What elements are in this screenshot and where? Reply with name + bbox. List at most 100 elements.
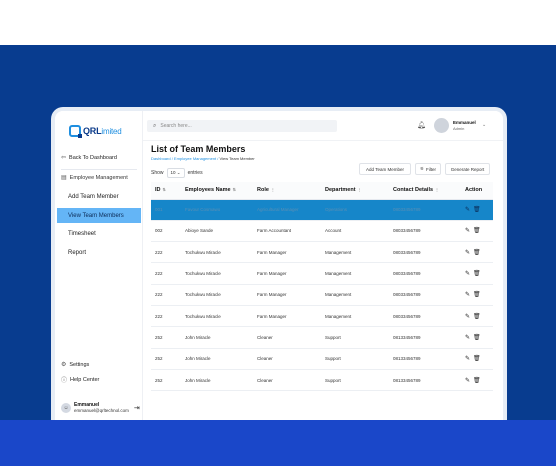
breadcrumb-current: View Team Member bbox=[219, 156, 255, 161]
trash-icon[interactable]: 🗑︎ bbox=[473, 313, 481, 320]
table-row[interactable]: 222 Tochukwu Miracle Farm Manager Managemen… bbox=[151, 262, 493, 285]
employee-management-section[interactable]: ▤ Employee Management bbox=[61, 174, 128, 182]
column-header-name[interactable]: Employees Name ⇅ bbox=[181, 182, 253, 200]
sidebar-item-label: Add Team Member bbox=[68, 193, 119, 200]
edit-icon[interactable]: ✎ bbox=[465, 206, 470, 213]
trash-icon[interactable]: 🗑︎ bbox=[473, 249, 481, 256]
sort-icon[interactable]: ⋮ bbox=[271, 187, 275, 192]
filter-button[interactable]: ⚟ Filter bbox=[415, 163, 441, 175]
cell-id: 252 bbox=[151, 348, 181, 370]
cell-department: Management bbox=[321, 262, 389, 285]
column-header-department[interactable]: Department ⋮ bbox=[321, 182, 389, 200]
back-to-dashboard-link[interactable]: ⇦ Back To Dashboard bbox=[61, 154, 117, 162]
logout-icon[interactable]: ⇥ bbox=[134, 404, 140, 412]
table-row[interactable]: 001 Favour Cosmawo Agricultural Manager Ope… bbox=[151, 199, 493, 221]
breadcrumb: Dashboard / Employee Management / View T… bbox=[151, 156, 255, 161]
cell-name: John Miracle bbox=[181, 348, 253, 370]
table-row[interactable]: 252 John Miracle Cleaner Support 08133456789… bbox=[151, 348, 493, 370]
edit-icon[interactable]: ✎ bbox=[465, 313, 470, 320]
entries-label: entries bbox=[187, 170, 203, 176]
column-header-role[interactable]: Role ⋮ bbox=[253, 182, 321, 200]
table-row[interactable]: 252 John Miracle Cleaner Support 08133456789… bbox=[151, 369, 493, 392]
cell-role: Farm Manager bbox=[253, 305, 321, 328]
cell-id: 222 bbox=[151, 262, 181, 285]
sort-icon[interactable]: ⇅ bbox=[233, 187, 236, 192]
cell-actions: ✎ 🗑︎ bbox=[461, 262, 493, 285]
sort-icon[interactable]: ⇅ bbox=[163, 187, 166, 192]
trash-icon[interactable]: 🗑︎ bbox=[473, 355, 481, 362]
trash-icon[interactable]: 🗑︎ bbox=[473, 206, 481, 213]
entries-select-value: 10 bbox=[170, 170, 176, 175]
cell-department: Management bbox=[321, 305, 389, 328]
sort-icon[interactable]: ⋮ bbox=[435, 187, 439, 192]
add-team-member-button[interactable]: Add Team Member bbox=[359, 163, 411, 175]
column-header-contact[interactable]: Contact Details ⋮ bbox=[389, 182, 461, 200]
trash-icon[interactable]: 🗑︎ bbox=[473, 334, 481, 341]
table-row[interactable]: 002 Abioye Sande Farm Accountant Account 080… bbox=[151, 220, 493, 243]
cell-name: Tochukwu Miracle bbox=[181, 262, 253, 285]
edit-icon[interactable]: ✎ bbox=[465, 270, 470, 277]
generate-report-button[interactable]: Generate Report bbox=[445, 163, 490, 175]
cell-name: Abioye Sande bbox=[181, 220, 253, 243]
chevron-down-icon[interactable]: ⌄ bbox=[482, 122, 486, 128]
table-row[interactable]: 222 Tochukwu Miracle Farm Manager Managemen… bbox=[151, 284, 493, 306]
cell-id: 002 bbox=[151, 220, 181, 243]
main-content: List of Team Members Dashboard / Employe… bbox=[147, 141, 503, 420]
user-email: emmanuel@qrltechnol.com bbox=[74, 408, 129, 414]
cell-name: Favour Cosmawo bbox=[181, 199, 253, 221]
team-members-table: ID ⇅ Employees Name ⇅ Role ⋮ Department ⋮ Co… bbox=[151, 182, 493, 392]
sidebar-item-label: View Team Members bbox=[68, 212, 124, 219]
cell-contact: 08033456789 bbox=[389, 305, 461, 328]
cell-role: Farm Manager bbox=[253, 241, 321, 264]
trash-icon[interactable]: 🗑︎ bbox=[473, 227, 481, 234]
edit-icon[interactable]: ✎ bbox=[465, 249, 470, 256]
cell-name: John Miracle bbox=[181, 326, 253, 349]
cell-department: Management bbox=[321, 284, 389, 306]
edit-icon[interactable]: ✎ bbox=[465, 291, 470, 298]
settings-link[interactable]: ⚙ Settings bbox=[61, 361, 89, 369]
breadcrumb-item[interactable]: Dashboard bbox=[151, 156, 171, 161]
help-icon: ⓘ bbox=[61, 378, 68, 384]
breadcrumb-item[interactable]: Employee Management bbox=[174, 156, 216, 161]
logo: QRLimited bbox=[69, 125, 122, 138]
cell-role: Farm Manager bbox=[253, 284, 321, 306]
sidebar-item-timesheet[interactable]: Timesheet bbox=[57, 226, 141, 241]
sidebar-item-report[interactable]: Report bbox=[57, 245, 141, 260]
cell-department: Account bbox=[321, 220, 389, 243]
bell-icon[interactable]: 🔔︎ bbox=[417, 121, 426, 129]
trash-icon[interactable]: 🗑︎ bbox=[473, 291, 481, 298]
avatar[interactable] bbox=[434, 118, 449, 133]
employee-management-icon: ▤ bbox=[61, 175, 67, 181]
edit-icon[interactable]: ✎ bbox=[465, 227, 470, 234]
trash-icon[interactable]: 🗑︎ bbox=[473, 377, 481, 384]
sidebar-item-view-team-members[interactable]: View Team Members bbox=[57, 208, 141, 223]
column-header-action: Action bbox=[461, 182, 493, 200]
sidebar-item-add-team-member[interactable]: Add Team Member bbox=[57, 189, 141, 204]
employee-management-label: Employee Management bbox=[69, 174, 128, 181]
edit-icon[interactable]: ✎ bbox=[465, 377, 470, 384]
column-header-id[interactable]: ID ⇅ bbox=[151, 182, 181, 200]
edit-icon[interactable]: ✎ bbox=[465, 355, 470, 362]
table-row[interactable]: 252 John Miracle Cleaner Support 08133456789… bbox=[151, 326, 493, 349]
entries-select[interactable]: 10 ⌄ bbox=[166, 168, 185, 178]
generate-report-label: Generate Report bbox=[450, 166, 485, 172]
table-row[interactable]: 222 Tochukwu Miracle Farm Manager Managemen… bbox=[151, 241, 493, 264]
search-input[interactable]: ⌕ Search here... bbox=[147, 120, 337, 132]
edit-icon[interactable]: ✎ bbox=[465, 334, 470, 341]
show-label: Show bbox=[151, 170, 164, 176]
bottom-background bbox=[0, 420, 556, 466]
search-icon: ⌕ bbox=[153, 122, 157, 129]
cell-department: Support bbox=[321, 348, 389, 370]
cell-id: 001 bbox=[151, 199, 181, 221]
sort-icon[interactable]: ⋮ bbox=[358, 187, 362, 192]
filter-icon: ⚟ bbox=[419, 166, 425, 171]
trash-icon[interactable]: 🗑︎ bbox=[473, 270, 481, 277]
cell-contact: 08033456789 bbox=[389, 241, 461, 264]
cell-contact: 08133456789 bbox=[389, 326, 461, 349]
sidebar-user: ☺ Emmanuel emmanuel@qrltechnol.com ⇥ bbox=[61, 397, 141, 419]
table-row[interactable]: 222 Tochukwu Miracle Farm Manager Managemen… bbox=[151, 305, 493, 328]
filter-label: Filter bbox=[426, 166, 437, 172]
cell-id: 222 bbox=[151, 305, 181, 328]
cell-contact: 08133456789 bbox=[389, 369, 461, 392]
help-center-link[interactable]: ⓘ Help Center bbox=[61, 375, 99, 385]
